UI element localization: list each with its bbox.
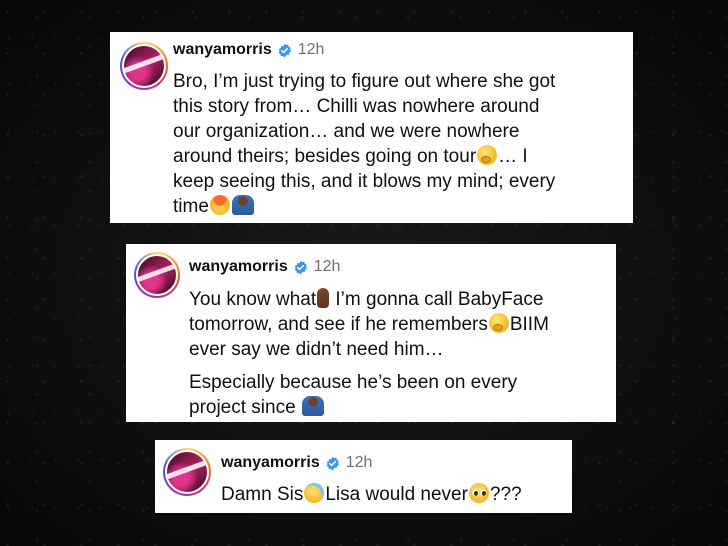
comment-card-1: wanyamorris 12h Bro, I’m just trying to … [110,32,633,223]
timestamp: 12h [345,454,373,471]
verified-badge-icon [293,260,308,275]
username[interactable]: wanyamorris [189,258,288,276]
comment-line: keep seeing this, and it blows my mind; … [173,171,556,192]
line-text: tomorrow, and see if he remembers [189,314,488,335]
avatar[interactable] [134,252,180,298]
line-text: BIIM [509,314,549,335]
verified-badge-icon [277,43,292,58]
comment-line: this story from… Chilli was nowhere arou… [173,96,540,117]
username[interactable]: wanyamorris [173,41,272,59]
avatar[interactable] [120,42,168,90]
line-text: around theirs; besides going on tour [173,146,477,167]
comment-line: Bro, I’m just trying to figure out where… [173,71,556,92]
line-text: time [173,196,209,217]
line-text: … I [498,146,528,167]
comment-line: Especially because he’s been on every [189,372,518,393]
comment-line: Damn Sis Lisa would never??? [221,482,566,507]
verified-badge-icon [325,456,340,471]
avatar-image [122,44,166,88]
comment-line: our organization… and we were nowhere [173,121,520,142]
line-text: You know what [189,289,317,310]
comment-line: ever say we didn’t need him… [189,339,444,360]
comment-header: wanyamorris 12h [173,41,324,59]
thinking-face-emoji-icon [477,145,498,165]
crying-face-emoji-icon [304,483,325,503]
avatar-image [165,450,209,494]
thinking-face-emoji-icon [488,313,509,333]
line-text: project since [189,397,296,418]
comment-card-2: wanyamorris 12h You know what I’m gonna … [126,244,616,422]
pleading-face-emoji-icon [468,483,489,503]
timestamp: 12h [313,258,341,275]
comment-line: time [173,194,625,219]
comment-card-3: wanyamorris 12h Damn Sis Lisa would never… [155,440,572,513]
avatar[interactable] [163,448,211,496]
comment-header: wanyamorris 12h [221,454,372,472]
comment-line: tomorrow, and see if he remembers BIIM [189,312,609,337]
line-text: I’m gonna call BabyFace [335,289,544,310]
comment-text: Bro, I’m just trying to figure out where… [173,69,625,219]
line-text: Lisa would never [325,484,468,505]
comment-header: wanyamorris 12h [189,258,340,276]
line-text: Damn Sis [221,484,304,505]
comment-text: Damn Sis Lisa would never??? [221,482,566,507]
comment-line: You know what I’m gonna call BabyFace [189,287,609,312]
shrug-emoji-icon [301,396,324,416]
line-text: ??? [489,484,522,505]
timestamp: 12h [297,41,325,58]
comment-text: You know what I’m gonna call BabyFace to… [189,287,609,420]
comment-line: project since [189,395,609,420]
username[interactable]: wanyamorris [221,454,320,472]
exploding-head-emoji-icon [209,195,230,215]
shrug-emoji-icon [231,195,254,215]
avatar-image [136,254,178,296]
comment-line: around theirs; besides going on tour … I [173,144,625,169]
point-up-emoji-icon [317,288,330,308]
